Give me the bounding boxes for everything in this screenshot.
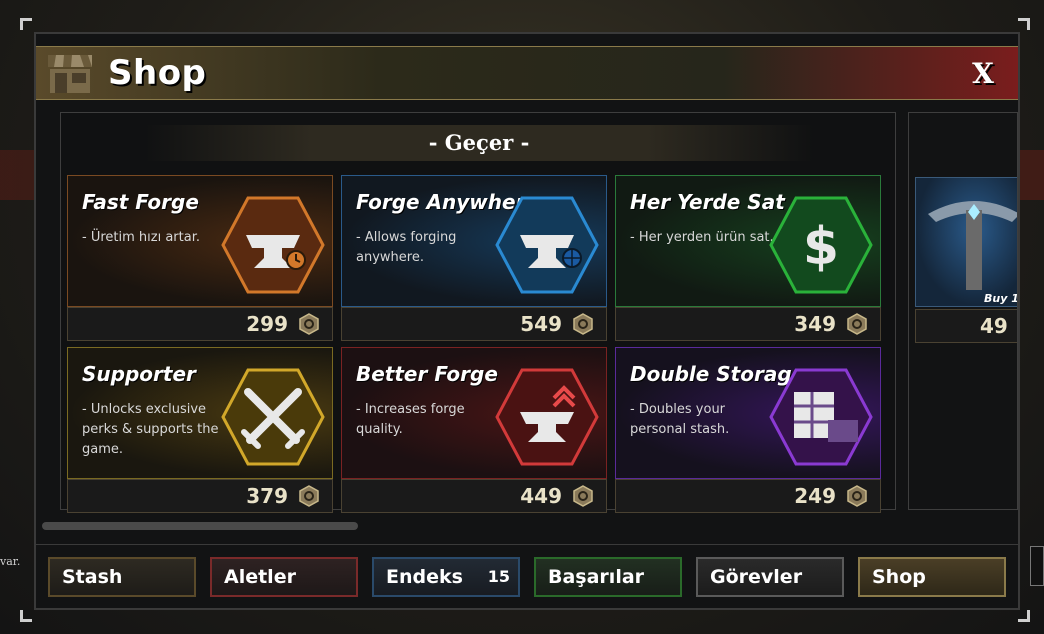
card-body: Supporter - Unlocks exclusive perks & su… bbox=[67, 347, 333, 479]
tab-shop[interactable]: Shop bbox=[858, 557, 1006, 597]
price-bar: 249 bbox=[615, 479, 881, 513]
frame-corner-bottom-left bbox=[20, 610, 32, 622]
frame-corner-top-right bbox=[1018, 18, 1030, 30]
card-body: Forge Anywhere - Allows forging anywhere… bbox=[341, 175, 607, 307]
background-text: var. bbox=[0, 555, 21, 568]
shop-card-pickaxe[interactable]: Buy 1 49 bbox=[908, 112, 1018, 510]
horizontal-scrollbar[interactable] bbox=[42, 522, 358, 530]
tab-basarilar[interactable]: Başarılar bbox=[534, 557, 682, 597]
side-card-image: Buy 1 bbox=[915, 177, 1018, 307]
anvil-clock-icon bbox=[221, 196, 325, 294]
bottom-tab-bar: Stash Aletler Endeks 15 Başarılar Görevl… bbox=[36, 544, 1018, 608]
price-bar: 549 bbox=[341, 307, 607, 341]
svg-text:$: $ bbox=[803, 217, 839, 277]
frame-corner-top-left bbox=[20, 18, 32, 30]
coin-icon bbox=[299, 313, 319, 335]
buy-quantity-label: Buy 1 bbox=[984, 292, 1018, 305]
pickaxe-icon bbox=[928, 201, 1017, 290]
shop-grid-panel: - Geçer - Fast Forge - Üretim hızı artar… bbox=[60, 112, 897, 513]
coin-icon bbox=[573, 485, 593, 507]
card-name: Fast Forge bbox=[82, 190, 199, 214]
card-description: - Doubles your personal stash. bbox=[630, 402, 730, 437]
price-bar: 449 bbox=[341, 479, 607, 513]
card-price: 379 bbox=[246, 484, 288, 508]
tab-endeks[interactable]: Endeks 15 bbox=[372, 557, 520, 597]
price-bar: 379 bbox=[67, 479, 333, 513]
card-price: 299 bbox=[246, 312, 288, 336]
crossed-swords-icon bbox=[221, 368, 325, 466]
card-price: 249 bbox=[794, 484, 836, 508]
card-price: 349 bbox=[794, 312, 836, 336]
shop-card-forge-anywhere[interactable]: Forge Anywhere - Allows forging anywhere… bbox=[341, 175, 607, 341]
shop-icon bbox=[48, 55, 92, 93]
title-bar: Shop X bbox=[36, 46, 1018, 100]
frame-corner-bottom-right bbox=[1018, 610, 1030, 622]
tab-stash[interactable]: Stash bbox=[48, 557, 196, 597]
card-body: Double Storage - Doubles your personal s… bbox=[615, 347, 881, 479]
card-price: 449 bbox=[520, 484, 562, 508]
shop-card-supporter[interactable]: Supporter - Unlocks exclusive perks & su… bbox=[67, 347, 333, 513]
shop-card-double-storage[interactable]: Double Storage - Doubles your personal s… bbox=[615, 347, 881, 513]
tab-gorevler[interactable]: Görevler bbox=[696, 557, 844, 597]
shop-window: Shop X - Geçer - Fast Forge - Üretim hız… bbox=[34, 32, 1020, 610]
card-description: - Allows forging anywhere. bbox=[356, 230, 457, 265]
anvil-globe-icon bbox=[495, 196, 599, 294]
card-description: - Increases forge quality. bbox=[356, 402, 465, 437]
section-title: - Geçer - bbox=[61, 125, 897, 161]
coin-icon bbox=[573, 313, 593, 335]
card-description: - Her yerden ürün sat. bbox=[630, 230, 774, 245]
tab-badge-count: 15 bbox=[487, 567, 510, 586]
offscreen-tab-edge bbox=[1030, 546, 1044, 586]
coin-icon bbox=[847, 313, 867, 335]
tab-label: Endeks bbox=[386, 566, 463, 588]
shop-card-her-yerde-sat[interactable]: Her Yerde Sat - Her yerden ürün sat. $ 3… bbox=[615, 175, 881, 341]
shop-card-fast-forge[interactable]: Fast Forge - Üretim hızı artar. 299 bbox=[67, 175, 333, 341]
coin-icon bbox=[847, 485, 867, 507]
close-button[interactable]: X bbox=[966, 57, 1000, 91]
card-description: - Üretim hızı artar. bbox=[82, 230, 200, 245]
dollar-icon: $ bbox=[769, 196, 873, 294]
shop-card-better-forge[interactable]: Better Forge - Increases forge quality. … bbox=[341, 347, 607, 513]
anvil-upgrade-icon bbox=[495, 368, 599, 466]
card-name: Supporter bbox=[82, 362, 196, 386]
card-name: Her Yerde Sat bbox=[630, 190, 785, 214]
coin-icon bbox=[299, 485, 319, 507]
tab-aletler[interactable]: Aletler bbox=[210, 557, 358, 597]
window-title: Shop bbox=[108, 53, 207, 93]
card-body: Fast Forge - Üretim hızı artar. bbox=[67, 175, 333, 307]
storage-2x-icon bbox=[769, 368, 873, 466]
card-body: Her Yerde Sat - Her yerden ürün sat. $ bbox=[615, 175, 881, 307]
card-name: Better Forge bbox=[356, 362, 498, 386]
price-bar: 349 bbox=[615, 307, 881, 341]
price-bar: 49 bbox=[915, 309, 1017, 343]
card-price: 49 bbox=[980, 314, 1008, 338]
card-price: 549 bbox=[520, 312, 562, 336]
price-bar: 299 bbox=[67, 307, 333, 341]
card-description: - Unlocks exclusive perks & supports the… bbox=[82, 402, 219, 457]
card-body: Better Forge - Increases forge quality. bbox=[341, 347, 607, 479]
